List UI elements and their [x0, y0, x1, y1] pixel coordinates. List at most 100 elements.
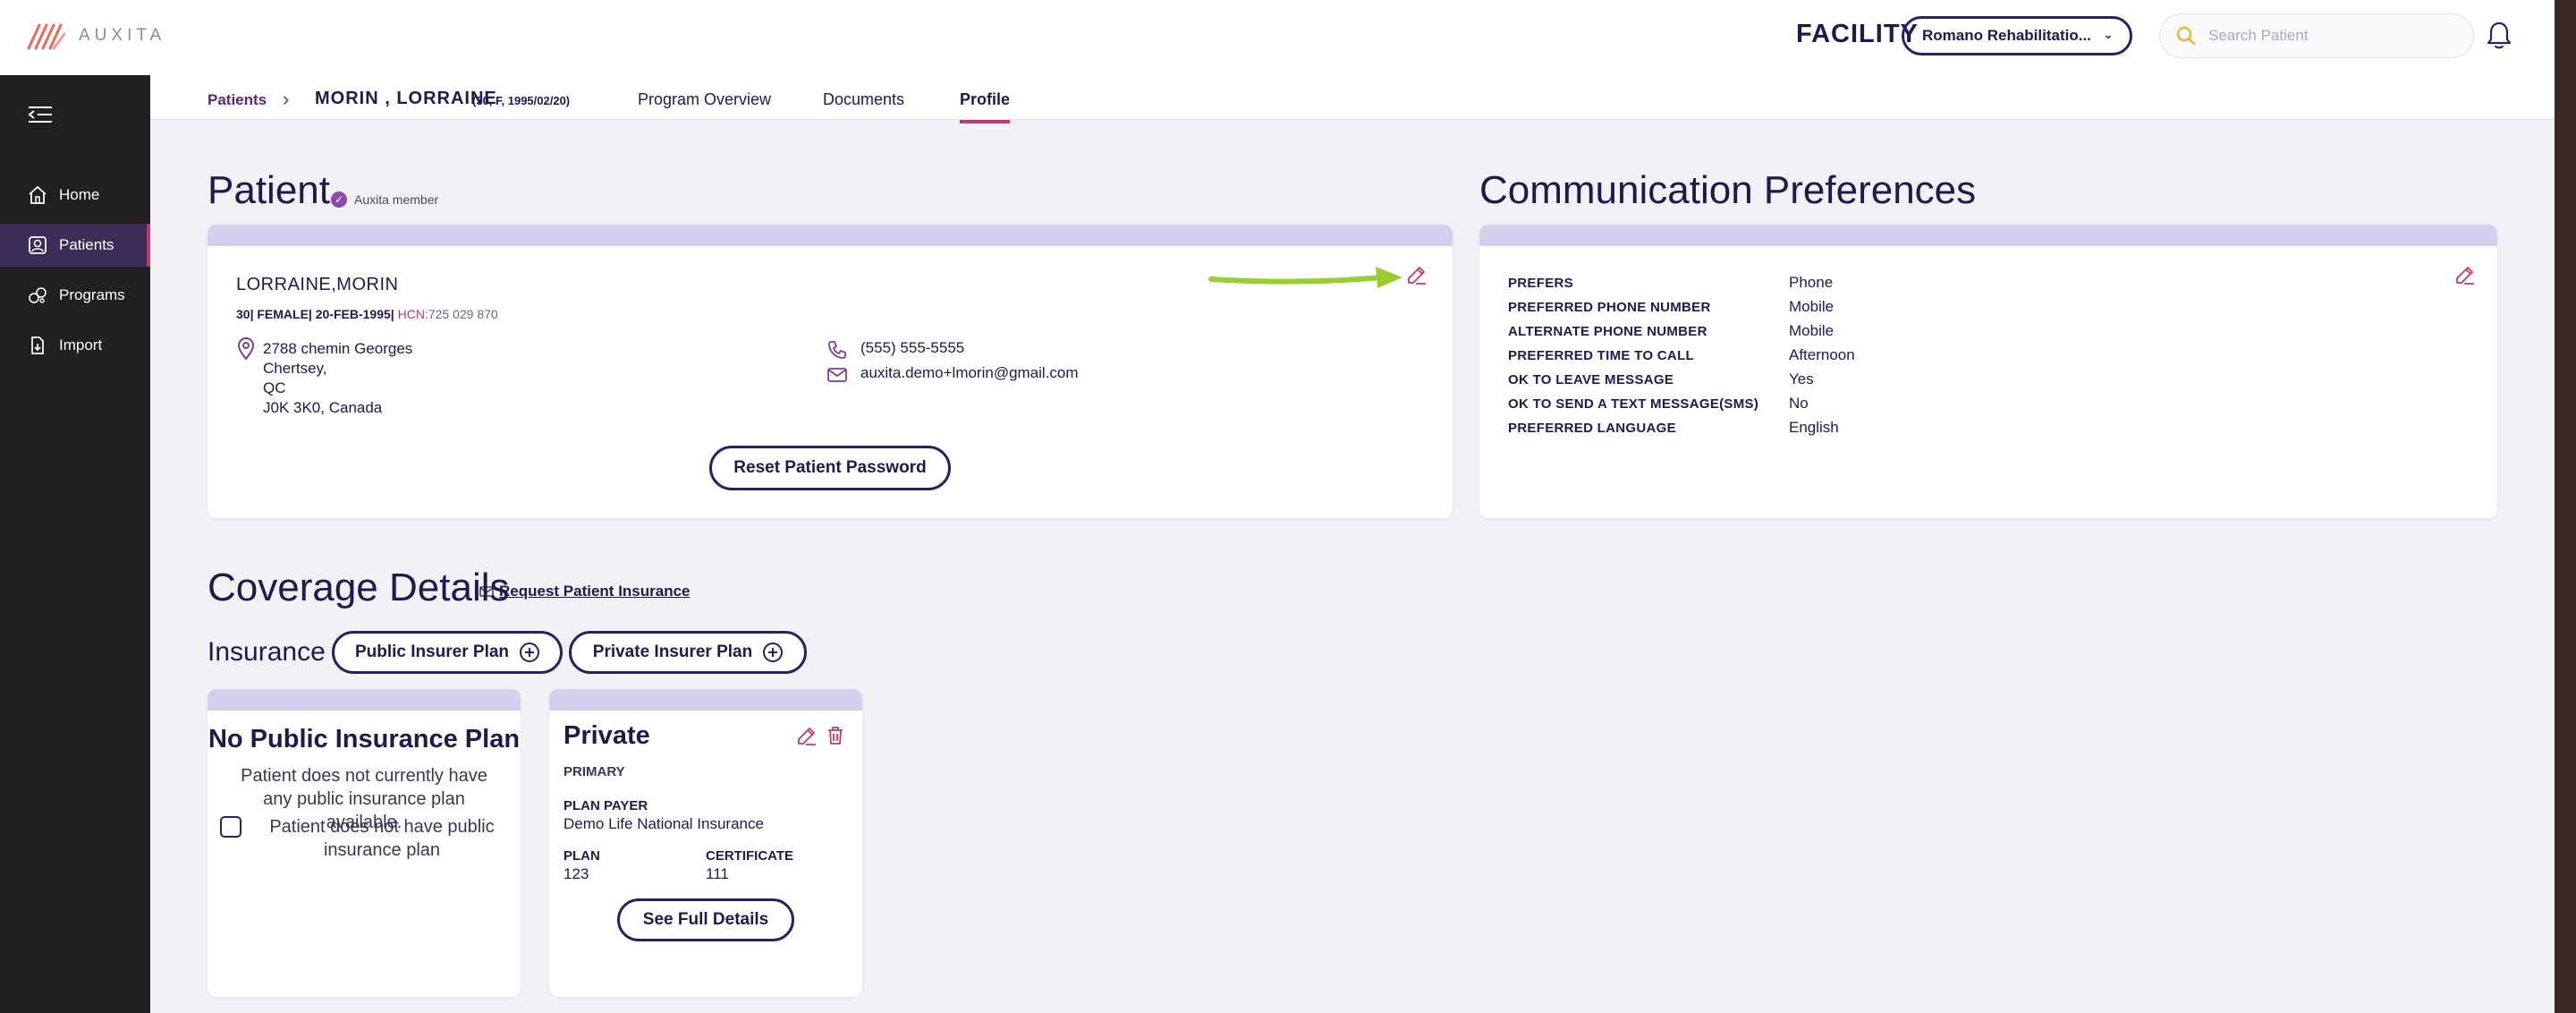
pref-value: Mobile — [1789, 322, 1835, 339]
sidebar-item-label: Patients — [59, 236, 114, 253]
tab-profile[interactable]: Profile — [960, 90, 1011, 123]
card-header-band — [1479, 225, 2497, 246]
home-icon — [29, 185, 47, 204]
member-badge: ✓ Auxita member — [331, 192, 438, 208]
pref-label: PREFERRED PHONE NUMBER — [1508, 300, 1711, 315]
see-full-details-button[interactable]: See Full Details — [617, 898, 794, 941]
add-private-plan-button[interactable]: Private Insurer Plan — [569, 631, 807, 674]
sidebar-item-label: Home — [59, 186, 100, 203]
pref-label: OK TO SEND A TEXT MESSAGE(SMS) — [1508, 396, 1759, 412]
edit-patient-icon[interactable] — [1406, 264, 1428, 285]
private-plan-card: Private PRIMARY PLAN PAYER Demo Life Nat… — [549, 689, 862, 997]
card-header-band — [549, 689, 862, 711]
plus-circle-icon — [520, 643, 540, 662]
communication-card: PREFERS Phone PREFERRED PHONE NUMBER Mob… — [1479, 225, 2497, 518]
certificate-label: CERTIFICATE — [706, 848, 794, 864]
verified-check-icon: ✓ — [331, 192, 347, 208]
plan-payer-label: PLAN PAYER — [564, 798, 648, 813]
annotation-arrow-icon — [1208, 267, 1402, 288]
pref-value: Yes — [1789, 370, 1814, 387]
edit-plan-icon[interactable] — [796, 725, 818, 746]
patient-demographics: (30, F, 1995/02/20) — [472, 94, 571, 107]
add-private-plan-label: Private Insurer Plan — [592, 643, 753, 661]
facility-select-value: Romano Rehabilitatio... — [1922, 27, 2091, 44]
patient-email: auxita.demo+lmorin@gmail.com — [860, 364, 1079, 381]
logo[interactable]: AUXITA — [27, 20, 165, 52]
patients-icon — [29, 236, 47, 254]
insurance-label: Insurance — [208, 637, 326, 667]
facility-label: FACILITY — [1796, 20, 1919, 48]
search-box[interactable] — [2159, 13, 2474, 58]
no-public-plan-checkbox-label: Patient does not have public insurance p… — [269, 817, 495, 860]
notification-bell-icon[interactable] — [2485, 20, 2513, 52]
sidebar-item-programs[interactable]: Programs — [0, 274, 150, 317]
no-public-plan-checkbox[interactable] — [220, 816, 242, 838]
card-header-band — [208, 225, 1453, 246]
patient-phone: (555) 555-5555 — [860, 339, 965, 356]
address-line: 2788 chemin Georges — [263, 340, 413, 357]
pref-label: OK TO LEAVE MESSAGE — [1508, 372, 1674, 387]
hcn-label: HCN: — [397, 307, 428, 321]
communication-heading: Communication Preferences — [1479, 168, 1977, 212]
address-line: Chertsey, — [263, 360, 327, 377]
plan-number-label: PLAN — [564, 848, 600, 864]
reset-password-button[interactable]: Reset Patient Password — [709, 446, 951, 490]
plan-type: PRIMARY — [564, 764, 625, 779]
top-bar: AUXITA FACILITY Romano Rehabilitatio... … — [0, 0, 2555, 75]
tab-documents[interactable]: Documents — [823, 90, 904, 120]
search-icon — [2176, 26, 2196, 46]
window-edge — [2555, 0, 2576, 1013]
pref-value: Phone — [1789, 274, 1834, 291]
pref-value: No — [1789, 395, 1809, 412]
sidebar-item-label: Programs — [59, 286, 125, 303]
private-plan-title: Private — [564, 721, 650, 750]
pref-value: Afternoon — [1789, 346, 1855, 363]
breadcrumb-patients-link[interactable]: Patients — [208, 91, 267, 109]
tab-program-overview[interactable]: Program Overview — [638, 90, 771, 120]
pref-label: ALTERNATE PHONE NUMBER — [1508, 324, 1707, 339]
pref-label: PREFERRED LANGUAGE — [1508, 421, 1676, 436]
programs-icon — [29, 287, 47, 303]
pref-label: PREFERRED TIME TO CALL — [1508, 348, 1694, 363]
patient-address: 2788 chemin Georges Chertsey, QC J0K 3K0… — [263, 339, 412, 418]
patient-full-name: LORRAINE,MORIN — [236, 275, 399, 294]
address-line: J0K 3K0, Canada — [263, 399, 383, 416]
logo-text: AUXITA — [79, 26, 166, 45]
pref-label: PREFERS — [1508, 276, 1573, 291]
patient-meta-line: 30| FEMALE| 20-FEB-1995| HCN:725 029 870 — [236, 307, 498, 321]
add-public-plan-button[interactable]: Public Insurer Plan — [332, 631, 563, 674]
patient-meta-prefix: 30| FEMALE| 20-FEB-1995| — [236, 307, 394, 321]
coverage-heading: Coverage Details — [208, 566, 510, 609]
chevron-down-icon: ⌄ — [2103, 27, 2114, 41]
collapse-menu-icon[interactable] — [27, 104, 54, 125]
sidebar-item-home[interactable]: Home — [0, 174, 150, 217]
hcn-value: 725 029 870 — [428, 307, 498, 321]
sidebar-item-patients[interactable]: Patients — [0, 224, 150, 267]
patient-heading: Patient — [208, 168, 330, 212]
phone-icon — [828, 341, 846, 359]
search-input[interactable] — [2208, 27, 2459, 45]
sidebar: Home Patients Programs Import — [0, 75, 150, 1013]
member-badge-label: Auxita member — [354, 192, 439, 207]
patient-name-header: MORIN , LORRAINE — [315, 89, 497, 108]
no-public-plan-card: No Public Insurance Plan Patient does no… — [208, 689, 521, 997]
plus-circle-icon — [763, 643, 784, 662]
plan-payer-value: Demo Life National Insurance — [564, 815, 764, 832]
request-insurance-link[interactable]: Request Patient Insurance — [479, 583, 691, 600]
add-public-plan-label: Public Insurer Plan — [354, 643, 510, 661]
import-icon — [31, 336, 44, 354]
location-pin-icon — [237, 337, 255, 361]
address-line: QC — [263, 379, 286, 396]
sidebar-item-label: Import — [59, 336, 103, 353]
sidebar-item-import[interactable]: Import — [0, 324, 150, 367]
mail-icon — [479, 586, 494, 597]
patient-subnav: Patients › MORIN , LORRAINE (30, F, 1995… — [150, 75, 2555, 123]
card-header-band — [208, 689, 521, 711]
edit-preferences-icon[interactable] — [2454, 264, 2476, 285]
delete-trash-icon[interactable] — [825, 725, 846, 746]
no-public-plan-title: No Public Insurance Plan — [208, 725, 521, 753]
mail-icon — [827, 368, 847, 382]
facility-select[interactable]: Romano Rehabilitatio... ⌄ — [1902, 16, 2132, 55]
request-insurance-label: Request Patient Insurance — [499, 583, 691, 600]
plan-number-value: 123 — [564, 865, 589, 882]
